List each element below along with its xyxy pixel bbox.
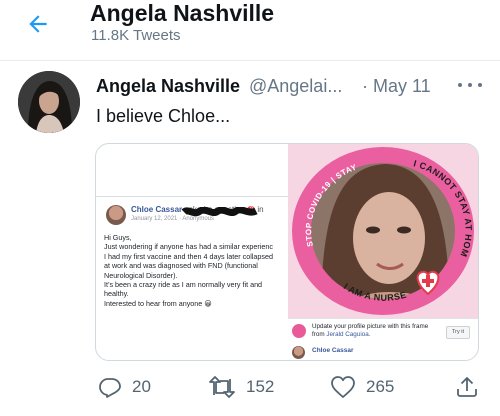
tweet-actions: 20 152 265	[0, 372, 500, 402]
reply-count: 20	[132, 377, 151, 396]
retweet-button[interactable]: 152	[208, 372, 274, 402]
like-count: 265	[366, 377, 395, 396]
tweet-date[interactable]: May 11	[373, 76, 431, 97]
footer-avatar	[292, 346, 305, 359]
try-it-button: Try it	[446, 326, 470, 339]
cta-from: from	[312, 331, 325, 338]
post-line: Just wondering if anyone has had a simil…	[104, 242, 274, 252]
post-line: at work and was diagnosed with FND (func…	[104, 261, 258, 271]
share-button[interactable]	[455, 372, 479, 402]
arrow-left-icon	[29, 15, 47, 33]
post-body: Hi Guys, Just wondering if anyone has ha…	[104, 233, 290, 308]
post-line: healthy.	[104, 289, 129, 299]
cta-line: Update your profile picture with this fr…	[312, 323, 429, 330]
heart-icon	[331, 376, 355, 398]
separator-dot: ·	[362, 76, 368, 96]
header-divider	[0, 60, 500, 61]
tweet-text: I believe Chloe...	[96, 106, 231, 126]
post-line: It’s been a crazy ride as I am normally …	[104, 280, 263, 290]
tweet-author-handle[interactable]: @Angelai...	[249, 76, 342, 97]
like-button[interactable]: 265	[330, 372, 394, 402]
post-meta: January 12, 2021 · Anonymous	[131, 216, 215, 222]
profile-header: Angela Nashville 11.8K Tweets	[0, 0, 500, 58]
post-line: Hi Guys,	[104, 233, 132, 242]
profile-frame-image: STOP COVID-19 | STAY HOME I CANNOT STAY …	[291, 146, 474, 315]
more-horizontal-icon[interactable]	[458, 78, 482, 92]
frame-thumbnail	[292, 324, 306, 338]
post-line: Neurological Disorder).	[104, 270, 178, 280]
footer-name: Chloe Cassar	[312, 347, 354, 354]
reply-icon	[99, 378, 121, 398]
back-button[interactable]	[22, 8, 54, 40]
tweet-count: 11.8K Tweets	[91, 27, 181, 44]
cta-text: Update your profile picture with this fr…	[312, 323, 428, 339]
share-icon	[457, 377, 477, 397]
avatar[interactable]	[18, 71, 80, 133]
post-avatar	[106, 205, 126, 225]
post-line: Interested to hear from anyone 😀	[104, 298, 212, 308]
frame-cta: Update your profile picture with this fr…	[288, 318, 478, 360]
embedded-post-screenshot: Chloe Cassar asked a question ? in Janua…	[96, 196, 288, 326]
retweet-icon	[209, 376, 235, 398]
profile-frame-screenshot: STOP COVID-19 | STAY HOME I CANNOT STAY …	[288, 144, 478, 360]
retweet-count: 152	[246, 377, 275, 396]
page-title: Angela Nashville	[90, 0, 275, 26]
reply-button[interactable]: 20	[98, 372, 151, 402]
tweet-author-name[interactable]: Angela Nashville	[96, 76, 240, 97]
cta-author: Jerald Caguioa.	[326, 331, 371, 338]
post-in-label: in	[257, 205, 264, 214]
post-line: I had my first vaccine and then 4 days l…	[104, 251, 273, 261]
tweet-media[interactable]: Chloe Cassar asked a question ? in Janua…	[95, 143, 479, 361]
